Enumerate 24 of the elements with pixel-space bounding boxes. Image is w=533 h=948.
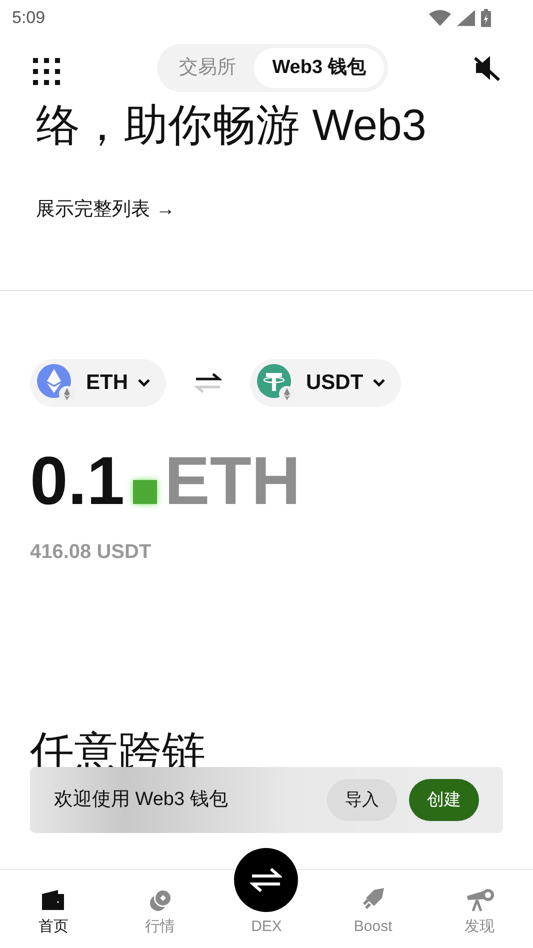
amount-unit: ETH	[164, 447, 301, 515]
rocket-icon	[360, 886, 386, 912]
banner-message: 欢迎使用 Web3 钱包	[54, 788, 229, 812]
token-selector[interactable]: ETH	[30, 359, 166, 407]
token-selector[interactable]: USDT	[250, 359, 402, 407]
status-time: 5:09	[12, 7, 46, 30]
nav-tab[interactable]: 首页	[0, 870, 107, 948]
chevron-down-icon	[373, 379, 386, 387]
import-button[interactable]: 导入	[327, 779, 397, 821]
wallet-icon	[40, 888, 66, 912]
wifi-icon	[429, 10, 451, 26]
text-cursor	[132, 480, 157, 504]
converted-value: 416.08 USDT	[30, 540, 152, 565]
signal-icon	[457, 10, 475, 26]
apps-grid-icon[interactable]	[32, 57, 62, 87]
swap-icon	[250, 866, 282, 892]
chevron-down-icon	[138, 379, 150, 387]
show-full-list-link[interactable]: 展示完整列表 →	[36, 196, 175, 224]
create-button[interactable]: 创建	[409, 779, 479, 821]
headline: 络，助你畅游 Web3	[36, 100, 428, 152]
tab[interactable]: Web3 钱包	[254, 48, 384, 88]
mute-icon[interactable]	[473, 54, 501, 82]
amount-value: 0.1	[30, 447, 125, 515]
battery-icon	[481, 9, 491, 27]
